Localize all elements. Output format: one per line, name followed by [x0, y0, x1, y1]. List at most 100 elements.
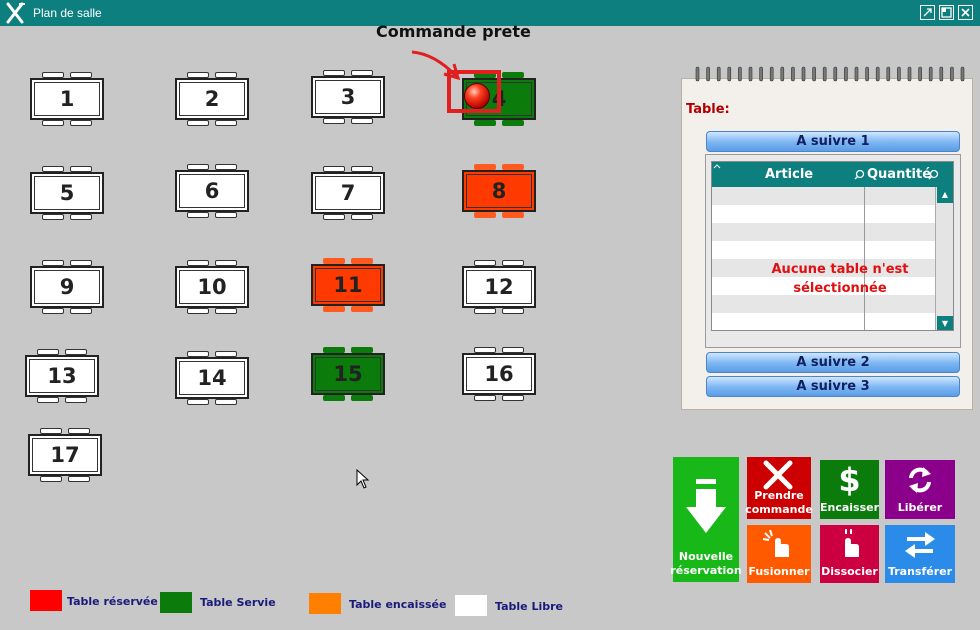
table-number: 14 [197, 366, 227, 390]
table-number: 17 [50, 443, 80, 467]
chair [323, 395, 345, 401]
ready-indicator-icon [464, 83, 490, 109]
table-9[interactable]: 9 [28, 260, 106, 314]
table-10[interactable]: 10 [173, 260, 251, 314]
scroll-down-icon[interactable]: ▼ [937, 316, 953, 330]
search-icon[interactable] [854, 169, 865, 180]
table-surface: 16 [462, 353, 536, 395]
chair [42, 308, 64, 314]
section-a-suivre-3[interactable]: A suivre 3 [706, 376, 960, 397]
annotation-label: Commande prete [376, 22, 531, 41]
table-row[interactable] [712, 223, 937, 241]
grid-scrollbar[interactable]: ▲ ▼ [935, 187, 953, 330]
empty-message: Aucune table n'est sélectionnée [740, 260, 940, 298]
table-7[interactable]: 7 [309, 166, 387, 220]
chair [351, 306, 373, 312]
table-row[interactable] [712, 241, 937, 259]
legend-swatch-servie [160, 592, 192, 613]
chair [40, 476, 62, 482]
nouvelle-reservation-label: Nouvelle réservation [670, 550, 741, 578]
table-surface: 10 [175, 266, 249, 308]
chair [70, 120, 92, 126]
chair [187, 399, 209, 405]
chair [42, 120, 64, 126]
fusionner-button[interactable]: Fusionner [747, 525, 811, 583]
restore-button[interactable] [920, 5, 935, 20]
scroll-up-icon[interactable]: ▲ [937, 187, 953, 203]
close-button[interactable] [958, 5, 973, 20]
nouvelle-label: Nouvelle [678, 550, 734, 563]
table-5[interactable]: 5 [28, 166, 106, 220]
encaisser-label: Encaisser [819, 501, 880, 514]
dollar-icon: $ [838, 461, 861, 499]
table-number: 7 [340, 181, 356, 205]
table-surface: 6 [175, 170, 249, 212]
table-14[interactable]: 14 [173, 351, 251, 405]
chair [323, 306, 345, 312]
column-article[interactable]: Article [765, 167, 813, 182]
table-2[interactable]: 2 [173, 72, 251, 126]
chair [215, 308, 237, 314]
table-surface: 8 [462, 170, 536, 212]
restore-icon [923, 8, 932, 17]
table-number: 11 [333, 273, 363, 297]
chair [502, 212, 524, 218]
chair [215, 120, 237, 126]
transferer-button[interactable]: Transférer [885, 525, 955, 583]
section-a-suivre-1[interactable]: A suivre 1 [706, 131, 960, 152]
liberer-button[interactable]: Libérer [885, 460, 955, 519]
table-number: 9 [59, 275, 75, 299]
table-number: 12 [484, 275, 514, 299]
column-quantite[interactable]: Quantité [867, 167, 931, 182]
chair [474, 308, 496, 314]
legend-swatch-encaissee [309, 593, 341, 614]
encaisser-button[interactable]: $ Encaisser [820, 460, 879, 519]
table-3[interactable]: 3 [309, 70, 387, 124]
dissocier-button[interactable]: Dissocier [820, 525, 879, 583]
table-number: 1 [59, 87, 75, 111]
table-surface: 1 [30, 78, 104, 120]
empty-message-line-1: Aucune table n'est [771, 262, 909, 277]
chair [187, 212, 209, 218]
legend-label-reservee: Table réservée [67, 595, 158, 608]
table-11[interactable]: 11 [309, 258, 387, 312]
legend-label-encaissee: Table encaissée [349, 598, 447, 611]
empty-message-line-2: sélectionnée [793, 281, 887, 296]
mouse-cursor-icon [356, 469, 370, 489]
table-number: 6 [204, 179, 220, 203]
legend-label-libre: Table Libre [495, 600, 563, 613]
chair [351, 214, 373, 220]
fork-knife-icon [6, 2, 25, 24]
search-icon[interactable] [928, 169, 939, 180]
table-12[interactable]: 12 [460, 260, 538, 314]
table-16[interactable]: 16 [460, 347, 538, 401]
maximize-icon [941, 7, 952, 18]
table-row[interactable] [712, 313, 937, 330]
table-15[interactable]: 15 [309, 347, 387, 401]
maximize-button[interactable] [939, 5, 954, 20]
table-surface: 9 [30, 266, 104, 308]
table-8[interactable]: 8 [460, 164, 538, 218]
spread-gesture-icon [845, 529, 859, 557]
arrow-down-icon [686, 479, 726, 533]
prendre-commande-button[interactable]: Prendre commande [745, 457, 813, 519]
table-6[interactable]: 6 [173, 164, 251, 218]
column-divider [864, 187, 865, 330]
chair [65, 397, 87, 403]
spiral-binding-icon [695, 66, 965, 82]
table-row[interactable] [712, 205, 937, 223]
table-17[interactable]: 17 [26, 428, 104, 482]
chair [68, 476, 90, 482]
section-a-suivre-2[interactable]: A suivre 2 [706, 352, 960, 373]
chair [502, 308, 524, 314]
chair [323, 118, 345, 124]
chair [502, 120, 524, 126]
chair [187, 308, 209, 314]
nouvelle-reservation-button[interactable]: Nouvelle réservation [670, 457, 742, 582]
table-13[interactable]: 13 [23, 349, 101, 403]
table-1[interactable]: 1 [28, 72, 106, 126]
chair [37, 397, 59, 403]
fork-knife-icon [763, 460, 793, 490]
chair [70, 214, 92, 220]
table-row[interactable] [712, 187, 937, 205]
